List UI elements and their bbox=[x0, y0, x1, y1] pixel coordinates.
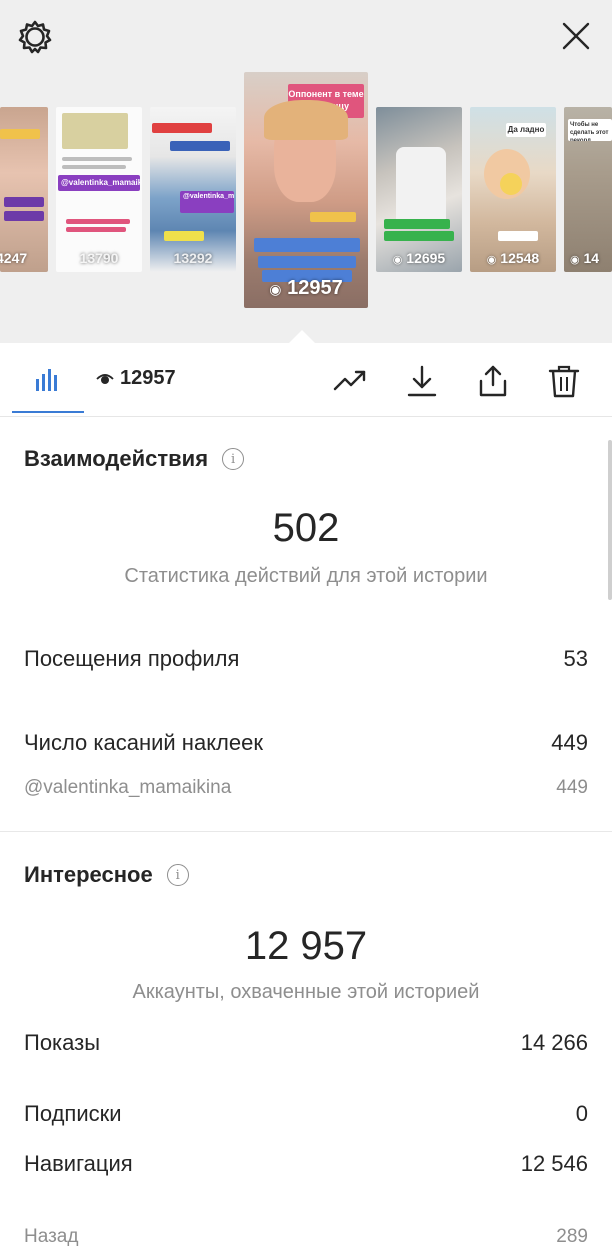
sticker-tag: @valentinka_mamaikina bbox=[58, 175, 140, 191]
selection-pointer bbox=[288, 330, 316, 344]
story-thumbnail[interactable]: ◉ 12695 bbox=[376, 107, 462, 272]
stat-row: Подписки 0 bbox=[24, 1101, 588, 1127]
story-caption: Да ладно bbox=[506, 123, 546, 137]
stat-label: @valentinka_mamaikina bbox=[24, 777, 232, 798]
eye-icon: ◉ bbox=[570, 254, 580, 266]
eye-icon: ◉ bbox=[392, 254, 403, 266]
stat-value: 12 546 bbox=[520, 1151, 588, 1176]
story-views: 13790 bbox=[79, 250, 119, 266]
stat-label: Число касаний наклеек bbox=[24, 730, 263, 755]
section-title: Интересное bbox=[24, 862, 153, 887]
stat-value: 53 bbox=[563, 646, 588, 671]
stat-sub-row: Назад 289 bbox=[24, 1226, 588, 1248]
stat-row: Посещения профиля 53 bbox=[24, 646, 588, 672]
discovery-header: Интересное i bbox=[24, 862, 189, 888]
eye-icon: ◉ bbox=[269, 281, 282, 297]
story-views: ◉ 12957 bbox=[269, 277, 343, 299]
interactions-caption: Статистика действий для этой истории bbox=[124, 565, 488, 587]
eye-icon: ◉ bbox=[486, 254, 497, 266]
trend-up-icon[interactable] bbox=[332, 363, 368, 399]
selected-story-thumbnail[interactable]: Оппонент в теме про пиццу ◉ 12957 bbox=[244, 72, 368, 308]
stat-value: 14 266 bbox=[520, 1030, 588, 1055]
story-views: ◉ 14 bbox=[570, 250, 600, 266]
stat-label: Показы bbox=[24, 1030, 101, 1055]
stat-label: Подписки bbox=[24, 1101, 122, 1126]
story-views: ◉ 12548 bbox=[486, 250, 540, 266]
section-divider bbox=[0, 831, 612, 832]
stat-row: Показы 14 266 bbox=[24, 1030, 588, 1056]
story-carousel: 4247 @valentinka_mamaikina 13790 @valent… bbox=[0, 0, 612, 343]
interactions-header: Взаимодействия i bbox=[24, 446, 245, 472]
story-thumbnail[interactable]: @valentinka_mamaikina 13790 bbox=[56, 107, 142, 272]
stat-value: 449 bbox=[556, 777, 588, 798]
stat-label: Навигация bbox=[24, 1151, 133, 1176]
bar-chart-icon[interactable] bbox=[34, 365, 62, 393]
story-views: ◉ 12695 bbox=[392, 250, 446, 266]
trash-icon[interactable] bbox=[546, 363, 582, 399]
story-caption: Чтобы не сделать этот рекорд bbox=[568, 119, 612, 141]
stat-row: Число касаний наклеек 449 bbox=[24, 730, 588, 756]
section-title: Взаимодействия bbox=[24, 446, 209, 471]
story-thumbnail[interactable]: 4247 bbox=[0, 107, 48, 272]
story-thumbnail[interactable]: Да ладно ◉ 12548 bbox=[470, 107, 556, 272]
stat-value: 0 bbox=[575, 1101, 588, 1126]
active-tab-indicator bbox=[12, 411, 84, 413]
story-views: 13292 bbox=[173, 250, 213, 266]
stat-label: Посещения профиля bbox=[24, 646, 240, 671]
stat-sub-row: @valentinka_mamaikina 449 bbox=[24, 777, 588, 799]
story-views: 4247 bbox=[0, 250, 28, 266]
discovery-caption: Аккаунты, охваченные этой историей bbox=[132, 981, 480, 1003]
stat-value: 289 bbox=[556, 1226, 588, 1247]
story-thumbnail[interactable]: Чтобы не сделать этот рекорд ◉ 14 bbox=[564, 107, 612, 272]
eye-icon bbox=[96, 373, 114, 384]
views-count[interactable]: 12957 bbox=[96, 367, 176, 390]
stat-label: Назад bbox=[24, 1226, 79, 1247]
story-toolbar: 12957 bbox=[0, 343, 612, 417]
gear-icon[interactable] bbox=[16, 18, 54, 56]
info-icon[interactable]: i bbox=[166, 864, 189, 886]
stat-row: Навигация 12 546 bbox=[24, 1151, 588, 1177]
sticker-tag: @valentinka_mamaikina bbox=[180, 191, 234, 213]
story-thumbnail[interactable]: @valentinka_mamaikina 13292 bbox=[150, 107, 236, 272]
share-icon[interactable] bbox=[475, 363, 511, 399]
download-icon[interactable] bbox=[404, 363, 440, 399]
info-icon[interactable]: i bbox=[222, 448, 245, 470]
interactions-total: 502 bbox=[272, 506, 340, 550]
stat-value: 449 bbox=[551, 730, 588, 755]
discovery-total: 12 957 bbox=[244, 924, 368, 968]
close-icon[interactable] bbox=[558, 18, 594, 54]
